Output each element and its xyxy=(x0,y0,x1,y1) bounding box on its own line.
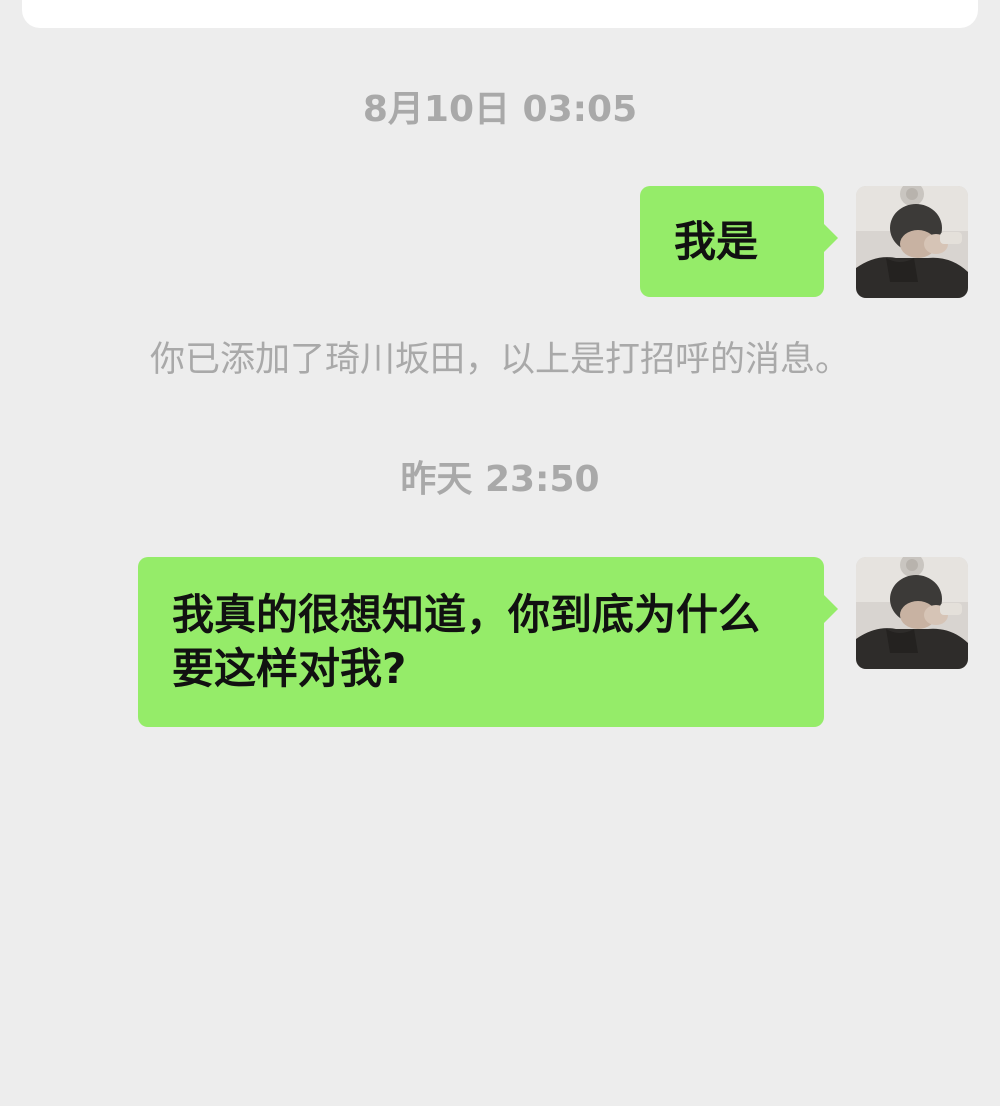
timestamp-yesterday: 昨天 23:50 xyxy=(400,459,600,500)
avatar-photo-icon xyxy=(856,186,968,298)
message-text: 我是 xyxy=(674,217,759,266)
outgoing-message-bubble[interactable]: 我是 xyxy=(640,186,838,297)
message-text-long: 我真的很想知道，你到底为什么要这样对我? xyxy=(172,590,761,693)
timestamp-aug10: 8月10日 03:05 xyxy=(362,89,638,130)
previous-card xyxy=(22,0,978,28)
friend-added-notice: 你已添加了琦川坂田，以上是打招呼的消息。 xyxy=(149,340,850,380)
avatar-photo-icon xyxy=(856,557,968,669)
user-avatar[interactable] xyxy=(856,186,968,298)
user-avatar-2[interactable] xyxy=(856,557,968,669)
outgoing-message-bubble-long[interactable]: 我真的很想知道，你到底为什么要这样对我? xyxy=(138,557,838,727)
